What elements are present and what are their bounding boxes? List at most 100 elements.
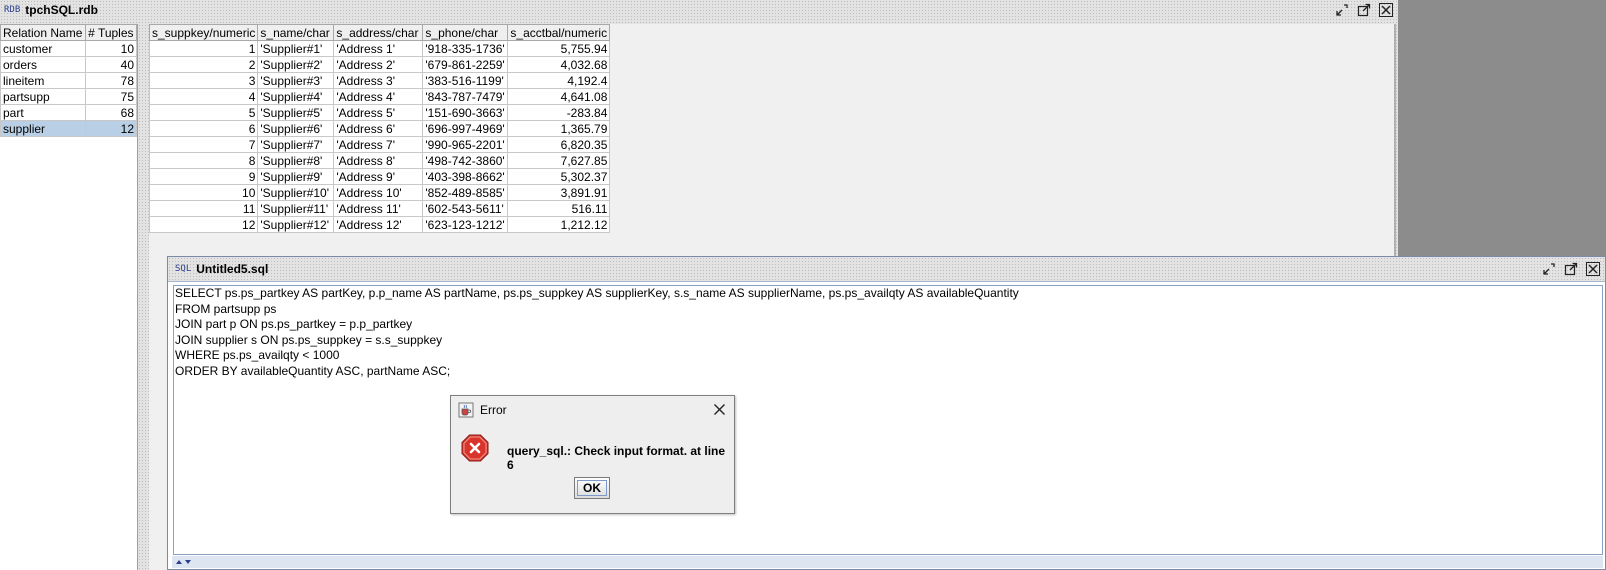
table-row[interactable]: 12 'Supplier#12' 'Address 12' '623-123-1212… <box>148 216 611 233</box>
error-icon <box>461 434 489 462</box>
relation-name-header[interactable]: Relation Name <box>0 24 87 41</box>
cell-phone: '383-516-1199' <box>422 72 509 89</box>
restore-icon[interactable] <box>1541 261 1557 277</box>
sql-window-title: Untitled5.sql <box>196 262 269 276</box>
cell-suppkey: 3 <box>148 72 259 89</box>
sql-line: JOIN part p ON ps.ps_partkey = p.p_partk… <box>175 317 413 332</box>
cell-phone: '990-965-2201' <box>422 136 509 153</box>
supplier-table-body: 1 'Supplier#1' 'Address 1' '918-335-1736' 5,… <box>148 40 611 233</box>
sql-split-handle[interactable] <box>172 556 1603 568</box>
table-row[interactable]: 3 'Supplier#3' 'Address 3' '383-516-1199' 4,… <box>148 72 611 89</box>
ok-button[interactable]: OK <box>574 477 610 499</box>
cell-suppkey: 12 <box>148 216 259 233</box>
error-dialog-titlebar[interactable]: Error <box>451 396 734 424</box>
relation-tuples: 40 <box>85 56 137 73</box>
relations-panel: Relation Name # Tuples customer 10 orders… <box>0 24 138 570</box>
cell-acctbal: 4,032.68 <box>507 56 611 73</box>
cell-name: 'Supplier#1' <box>257 40 335 57</box>
relation-row-customer[interactable]: customer 10 <box>0 40 137 57</box>
maximize-icon[interactable] <box>1563 261 1579 277</box>
cell-phone: '843-787-7479' <box>422 88 509 105</box>
cell-address: 'Address 10' <box>333 184 424 201</box>
relation-row-supplier[interactable]: supplier 12 <box>0 120 137 137</box>
restore-icon[interactable] <box>1334 2 1350 18</box>
cell-suppkey: 5 <box>148 104 259 121</box>
cell-name: 'Supplier#11' <box>257 200 335 217</box>
table-row[interactable]: 11 'Supplier#11' 'Address 11' '602-543-5611… <box>148 200 611 217</box>
column-header-suppkey[interactable]: s_suppkey/numeric <box>148 24 259 41</box>
column-header-phone[interactable]: s_phone/char <box>422 24 509 41</box>
column-header-name[interactable]: s_name/char <box>257 24 335 41</box>
cell-phone: '403-398-8662' <box>422 168 509 185</box>
table-row[interactable]: 9 'Supplier#9' 'Address 9' '403-398-8662' 5,… <box>148 168 611 185</box>
relation-row-lineitem[interactable]: lineitem 78 <box>0 72 137 89</box>
sql-line: ORDER BY availableQuantity ASC, partName… <box>175 363 451 378</box>
sql-line: SELECT ps.ps_partkey AS partKey, p.p_nam… <box>175 286 1019 300</box>
cell-address: 'Address 1' <box>333 40 424 57</box>
cell-name: 'Supplier#7' <box>257 136 335 153</box>
relation-row-part[interactable]: part 68 <box>0 104 137 121</box>
cell-name: 'Supplier#3' <box>257 72 335 89</box>
db-badge: RDB <box>4 5 21 15</box>
cell-suppkey: 8 <box>148 152 259 169</box>
cell-name: 'Supplier#4' <box>257 88 335 105</box>
sql-window-titlebar[interactable]: SQL Untitled5.sql <box>168 257 1605 282</box>
cell-name: 'Supplier#6' <box>257 120 335 137</box>
db-window-titlebar[interactable]: RDB tpchSQL.rdb <box>0 0 1398 20</box>
cell-acctbal: -283.84 <box>507 104 611 121</box>
relation-name: lineitem <box>0 72 87 89</box>
sql-line: FROM partsupp ps <box>175 301 277 316</box>
close-icon[interactable] <box>713 403 726 416</box>
cell-address: 'Address 9' <box>333 168 424 185</box>
split-arrows-icon[interactable] <box>172 557 194 567</box>
table-row[interactable]: 6 'Supplier#6' 'Address 6' '696-997-4969' 1,… <box>148 120 611 137</box>
cell-suppkey: 6 <box>148 120 259 137</box>
table-row[interactable]: 4 'Supplier#4' 'Address 4' '843-787-7479' 4,… <box>148 88 611 105</box>
cell-name: 'Supplier#12' <box>257 216 335 233</box>
cell-acctbal: 3,891.91 <box>507 184 611 201</box>
close-icon[interactable] <box>1378 2 1394 18</box>
error-dialog-title: Error <box>480 403 507 417</box>
relation-tuples: 78 <box>85 72 137 89</box>
relation-name: part <box>0 104 87 121</box>
cell-acctbal: 5,302.37 <box>507 168 611 185</box>
relation-name: customer <box>0 40 87 57</box>
cell-phone: '852-489-8585' <box>422 184 509 201</box>
error-dialog: Error query_sql.: Check input format. at… <box>450 395 735 514</box>
cell-acctbal: 4,192.4 <box>507 72 611 89</box>
sql-line: JOIN supplier s ON ps.ps_suppkey = s.s_s… <box>175 332 443 347</box>
sql-editor[interactable]: SELECT ps.ps_partkey AS partKey, p.p_nam… <box>173 285 1603 555</box>
cell-phone: '623-123-1212' <box>422 216 509 233</box>
cell-address: 'Address 6' <box>333 120 424 137</box>
table-row[interactable]: 5 'Supplier#5' 'Address 5' '151-690-3663' -2… <box>148 104 611 121</box>
cell-phone: '151-690-3663' <box>422 104 509 121</box>
relation-row-orders[interactable]: orders 40 <box>0 56 137 73</box>
db-window-title: tpchSQL.rdb <box>25 3 98 17</box>
cell-phone: '602-543-5611' <box>422 200 509 217</box>
relation-name: supplier <box>0 120 87 137</box>
cell-phone: '696-997-4969' <box>422 120 509 137</box>
column-header-address[interactable]: s_address/char <box>333 24 424 41</box>
close-icon[interactable] <box>1585 261 1601 277</box>
table-row[interactable]: 10 'Supplier#10' 'Address 10' '852-489-8585… <box>148 184 611 201</box>
java-cup-icon <box>458 402 474 418</box>
cell-address: 'Address 2' <box>333 56 424 73</box>
relation-tuples: 75 <box>85 88 137 105</box>
supplier-table: s_suppkey/numeric s_name/char s_address/… <box>148 24 611 233</box>
maximize-icon[interactable] <box>1356 2 1372 18</box>
cell-acctbal: 1,212.12 <box>507 216 611 233</box>
column-header-acctbal[interactable]: s_acctbal/numeric <box>507 24 611 41</box>
table-row[interactable]: 2 'Supplier#2' 'Address 2' '679-861-2259' 4,… <box>148 56 611 73</box>
tuples-header[interactable]: # Tuples <box>85 24 137 41</box>
cell-acctbal: 1,365.79 <box>507 120 611 137</box>
cell-phone: '498-742-3860' <box>422 152 509 169</box>
cell-acctbal: 516.11 <box>507 200 611 217</box>
panel-splitter[interactable] <box>138 24 147 570</box>
cell-acctbal: 7,627.85 <box>507 152 611 169</box>
relation-row-partsupp[interactable]: partsupp 75 <box>0 88 137 105</box>
cell-acctbal: 6,820.35 <box>507 136 611 153</box>
table-row[interactable]: 1 'Supplier#1' 'Address 1' '918-335-1736' 5,… <box>148 40 611 57</box>
table-row[interactable]: 8 'Supplier#8' 'Address 8' '498-742-3860' 7,… <box>148 152 611 169</box>
table-row[interactable]: 7 'Supplier#7' 'Address 7' '990-965-2201' 6,… <box>148 136 611 153</box>
sql-line: WHERE ps.ps_availqty < 1000 <box>175 348 340 363</box>
